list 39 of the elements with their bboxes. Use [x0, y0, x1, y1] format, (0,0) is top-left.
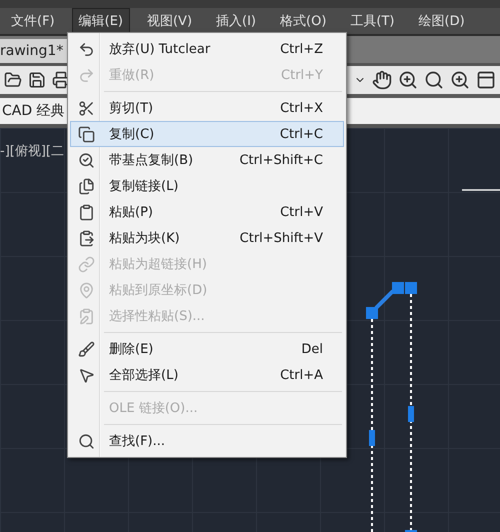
menu-item[interactable]: 剪切(T) Ctrl+X: [70, 95, 344, 121]
menu-item[interactable]: 复制(C) Ctrl+C: [70, 121, 344, 147]
menu-item[interactable]: 复制链接(L): [70, 173, 344, 199]
save-icon[interactable]: [28, 71, 46, 89]
menu-item[interactable]: 粘贴为块(K) Ctrl+Shift+V: [70, 225, 344, 251]
pointer-icon: [78, 366, 94, 384]
crosshair-line: [462, 189, 500, 191]
menu-item[interactable]: 查找(F)...: [70, 428, 344, 454]
documents-icon: [78, 178, 94, 194]
zoom-window-icon[interactable]: [424, 70, 444, 90]
copy-magnifier-icon: [78, 152, 94, 168]
printer-icon[interactable]: [52, 71, 70, 89]
menu-item[interactable]: 删除(E) Del: [70, 336, 344, 362]
panel-icon[interactable]: [476, 70, 496, 90]
link-icon: [78, 256, 94, 272]
menu-title[interactable]: 插入(I): [209, 8, 264, 34]
menu-title[interactable]: 绘图(D): [412, 8, 472, 34]
menu-title[interactable]: 文件(F): [4, 8, 62, 34]
clipboard-pen-icon: [78, 308, 94, 324]
clipboard-paste-icon: [78, 230, 94, 246]
viewport-label[interactable]: -][俯视][二: [0, 142, 64, 160]
undo-icon: [78, 40, 94, 58]
menu-title[interactable]: 格式(O): [273, 8, 334, 34]
menu-item[interactable]: 带基点复制(B) Ctrl+Shift+C: [70, 147, 344, 173]
scissors-icon: [78, 100, 94, 116]
folder-icon[interactable]: [4, 71, 22, 89]
zoom-icon[interactable]: [398, 70, 418, 90]
copy-icon: [78, 126, 94, 142]
brush-icon: [78, 340, 94, 358]
clipboard-icon: [78, 204, 94, 220]
search-icon: [78, 432, 94, 450]
hand-icon[interactable]: [372, 70, 392, 90]
redo-icon: [78, 66, 94, 84]
menu-title[interactable]: 视图(V): [140, 8, 200, 34]
menu-item[interactable]: 粘贴(P) Ctrl+V: [70, 199, 344, 225]
menu-title[interactable]: 工具(T): [343, 8, 402, 34]
pin-icon: [78, 282, 94, 298]
menu-title[interactable]: 编辑(E): [72, 8, 130, 34]
menu-item[interactable]: 全部选择(L) Ctrl+A: [70, 362, 344, 388]
